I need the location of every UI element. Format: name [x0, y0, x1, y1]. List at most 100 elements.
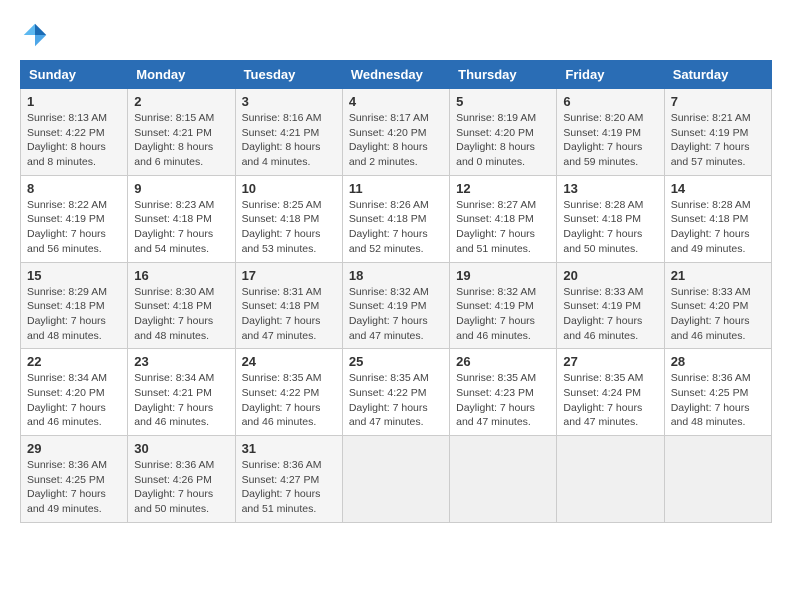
day-info: Sunrise: 8:25 AMSunset: 4:18 PMDaylight:… [242, 199, 322, 255]
day-number: 9 [134, 181, 228, 196]
day-number: 31 [242, 441, 336, 456]
calendar-cell: 17 Sunrise: 8:31 AMSunset: 4:18 PMDayligh… [235, 262, 342, 349]
calendar-week-3: 15 Sunrise: 8:29 AMSunset: 4:18 PMDayligh… [21, 262, 772, 349]
day-info: Sunrise: 8:36 AMSunset: 4:26 PMDaylight:… [134, 459, 214, 515]
calendar-cell: 6 Sunrise: 8:20 AMSunset: 4:19 PMDaylight… [557, 89, 664, 176]
day-info: Sunrise: 8:36 AMSunset: 4:25 PMDaylight:… [671, 372, 751, 428]
day-number: 14 [671, 181, 765, 196]
calendar-cell: 20Sunrise: 8:33 AMSunset: 4:19 PMDayligh… [557, 262, 664, 349]
calendar-cell [450, 436, 557, 523]
calendar-header-saturday: Saturday [664, 61, 771, 89]
calendar-cell: 22Sunrise: 8:34 AMSunset: 4:20 PMDayligh… [21, 349, 128, 436]
day-number: 18 [349, 268, 443, 283]
day-info: Sunrise: 8:27 AMSunset: 4:18 PMDaylight:… [456, 199, 536, 255]
day-info: Sunrise: 8:16 AMSunset: 4:21 PMDaylight:… [242, 112, 322, 168]
calendar-cell: 12Sunrise: 8:27 AMSunset: 4:18 PMDayligh… [450, 175, 557, 262]
calendar-cell: 24Sunrise: 8:35 AMSunset: 4:22 PMDayligh… [235, 349, 342, 436]
day-info: Sunrise: 8:34 AMSunset: 4:21 PMDaylight:… [134, 372, 214, 428]
calendar-cell: 1Sunrise: 8:13 AMSunset: 4:22 PMDaylight… [21, 89, 128, 176]
day-number: 7 [671, 94, 765, 109]
day-number: 30 [134, 441, 228, 456]
day-info: Sunrise: 8:34 AMSunset: 4:20 PMDaylight:… [27, 372, 107, 428]
day-info: Sunrise: 8:22 AMSunset: 4:19 PMDaylight:… [27, 199, 107, 255]
logo-icon [20, 20, 50, 50]
logo [20, 20, 54, 50]
calendar-header-friday: Friday [557, 61, 664, 89]
day-info: Sunrise: 8:19 AMSunset: 4:20 PMDaylight:… [456, 112, 536, 168]
day-number: 26 [456, 354, 550, 369]
calendar-week-4: 22Sunrise: 8:34 AMSunset: 4:20 PMDayligh… [21, 349, 772, 436]
day-number: 19 [456, 268, 550, 283]
day-number: 5 [456, 94, 550, 109]
day-number: 29 [27, 441, 121, 456]
calendar-header-sunday: Sunday [21, 61, 128, 89]
day-info: Sunrise: 8:36 AMSunset: 4:25 PMDaylight:… [27, 459, 107, 515]
calendar-table: SundayMondayTuesdayWednesdayThursdayFrid… [20, 60, 772, 523]
calendar-cell: 18 Sunrise: 8:32 AMSunset: 4:19 PMDayligh… [342, 262, 449, 349]
calendar-cell: 3Sunrise: 8:16 AMSunset: 4:21 PMDaylight… [235, 89, 342, 176]
day-info: Sunrise: 8:35 AMSunset: 4:22 PMDaylight:… [242, 372, 322, 428]
calendar-cell: 28 Sunrise: 8:36 AMSunset: 4:25 PMDayligh… [664, 349, 771, 436]
day-info: Sunrise: 8:26 AMSunset: 4:18 PMDaylight:… [349, 199, 429, 255]
day-info: Sunrise: 8:32 AMSunset: 4:19 PMDaylight:… [349, 286, 429, 342]
calendar-header-monday: Monday [128, 61, 235, 89]
calendar-header-thursday: Thursday [450, 61, 557, 89]
day-number: 21 [671, 268, 765, 283]
calendar-cell: 19Sunrise: 8:32 AMSunset: 4:19 PMDayligh… [450, 262, 557, 349]
day-number: 8 [27, 181, 121, 196]
day-info: Sunrise: 8:29 AMSunset: 4:18 PMDaylight:… [27, 286, 107, 342]
day-number: 23 [134, 354, 228, 369]
day-number: 27 [563, 354, 657, 369]
day-info: Sunrise: 8:15 AMSunset: 4:21 PMDaylight:… [134, 112, 214, 168]
day-number: 28 [671, 354, 765, 369]
calendar-cell: 31 Sunrise: 8:36 AMSunset: 4:27 PMDayligh… [235, 436, 342, 523]
calendar-cell: 15 Sunrise: 8:29 AMSunset: 4:18 PMDayligh… [21, 262, 128, 349]
day-info: Sunrise: 8:20 AMSunset: 4:19 PMDaylight:… [563, 112, 643, 168]
day-info: Sunrise: 8:36 AMSunset: 4:27 PMDaylight:… [242, 459, 322, 515]
calendar-cell: 25Sunrise: 8:35 AMSunset: 4:22 PMDayligh… [342, 349, 449, 436]
day-info: Sunrise: 8:23 AMSunset: 4:18 PMDaylight:… [134, 199, 214, 255]
calendar-cell [664, 436, 771, 523]
day-info: Sunrise: 8:35 AMSunset: 4:23 PMDaylight:… [456, 372, 536, 428]
day-number: 1 [27, 94, 121, 109]
day-number: 11 [349, 181, 443, 196]
calendar-cell: 27 Sunrise: 8:35 AMSunset: 4:24 PMDayligh… [557, 349, 664, 436]
calendar-cell [342, 436, 449, 523]
calendar-week-5: 29 Sunrise: 8:36 AMSunset: 4:25 PMDayligh… [21, 436, 772, 523]
day-info: Sunrise: 8:33 AMSunset: 4:20 PMDaylight:… [671, 286, 751, 342]
calendar-header-row: SundayMondayTuesdayWednesdayThursdayFrid… [21, 61, 772, 89]
calendar-cell: 4 Sunrise: 8:17 AMSunset: 4:20 PMDaylight… [342, 89, 449, 176]
day-info: Sunrise: 8:28 AMSunset: 4:18 PMDaylight:… [671, 199, 751, 255]
day-number: 2 [134, 94, 228, 109]
calendar-cell: 9 Sunrise: 8:23 AMSunset: 4:18 PMDaylight… [128, 175, 235, 262]
calendar-cell: 23 Sunrise: 8:34 AMSunset: 4:21 PMDayligh… [128, 349, 235, 436]
day-info: Sunrise: 8:35 AMSunset: 4:24 PMDaylight:… [563, 372, 643, 428]
calendar-cell: 8 Sunrise: 8:22 AMSunset: 4:19 PMDaylight… [21, 175, 128, 262]
calendar-cell: 10Sunrise: 8:25 AMSunset: 4:18 PMDayligh… [235, 175, 342, 262]
calendar-cell: 7 Sunrise: 8:21 AMSunset: 4:19 PMDaylight… [664, 89, 771, 176]
day-info: Sunrise: 8:28 AMSunset: 4:18 PMDaylight:… [563, 199, 643, 255]
day-number: 16 [134, 268, 228, 283]
calendar-header-wednesday: Wednesday [342, 61, 449, 89]
page-header [20, 20, 772, 50]
calendar-cell: 26 Sunrise: 8:35 AMSunset: 4:23 PMDayligh… [450, 349, 557, 436]
day-info: Sunrise: 8:30 AMSunset: 4:18 PMDaylight:… [134, 286, 214, 342]
day-info: Sunrise: 8:31 AMSunset: 4:18 PMDaylight:… [242, 286, 322, 342]
day-number: 6 [563, 94, 657, 109]
day-info: Sunrise: 8:33 AMSunset: 4:19 PMDaylight:… [563, 286, 643, 342]
calendar-cell: 30 Sunrise: 8:36 AMSunset: 4:26 PMDayligh… [128, 436, 235, 523]
calendar-cell [557, 436, 664, 523]
calendar-cell: 14 Sunrise: 8:28 AMSunset: 4:18 PMDayligh… [664, 175, 771, 262]
day-number: 4 [349, 94, 443, 109]
calendar-week-2: 8 Sunrise: 8:22 AMSunset: 4:19 PMDaylight… [21, 175, 772, 262]
calendar-cell: 16 Sunrise: 8:30 AMSunset: 4:18 PMDayligh… [128, 262, 235, 349]
day-number: 25 [349, 354, 443, 369]
day-number: 13 [563, 181, 657, 196]
calendar-cell: 13 Sunrise: 8:28 AMSunset: 4:18 PMDayligh… [557, 175, 664, 262]
day-number: 17 [242, 268, 336, 283]
day-info: Sunrise: 8:21 AMSunset: 4:19 PMDaylight:… [671, 112, 751, 168]
day-number: 15 [27, 268, 121, 283]
day-info: Sunrise: 8:17 AMSunset: 4:20 PMDaylight:… [349, 112, 429, 168]
calendar-cell: 11 Sunrise: 8:26 AMSunset: 4:18 PMDayligh… [342, 175, 449, 262]
calendar-cell: 2 Sunrise: 8:15 AMSunset: 4:21 PMDaylight… [128, 89, 235, 176]
